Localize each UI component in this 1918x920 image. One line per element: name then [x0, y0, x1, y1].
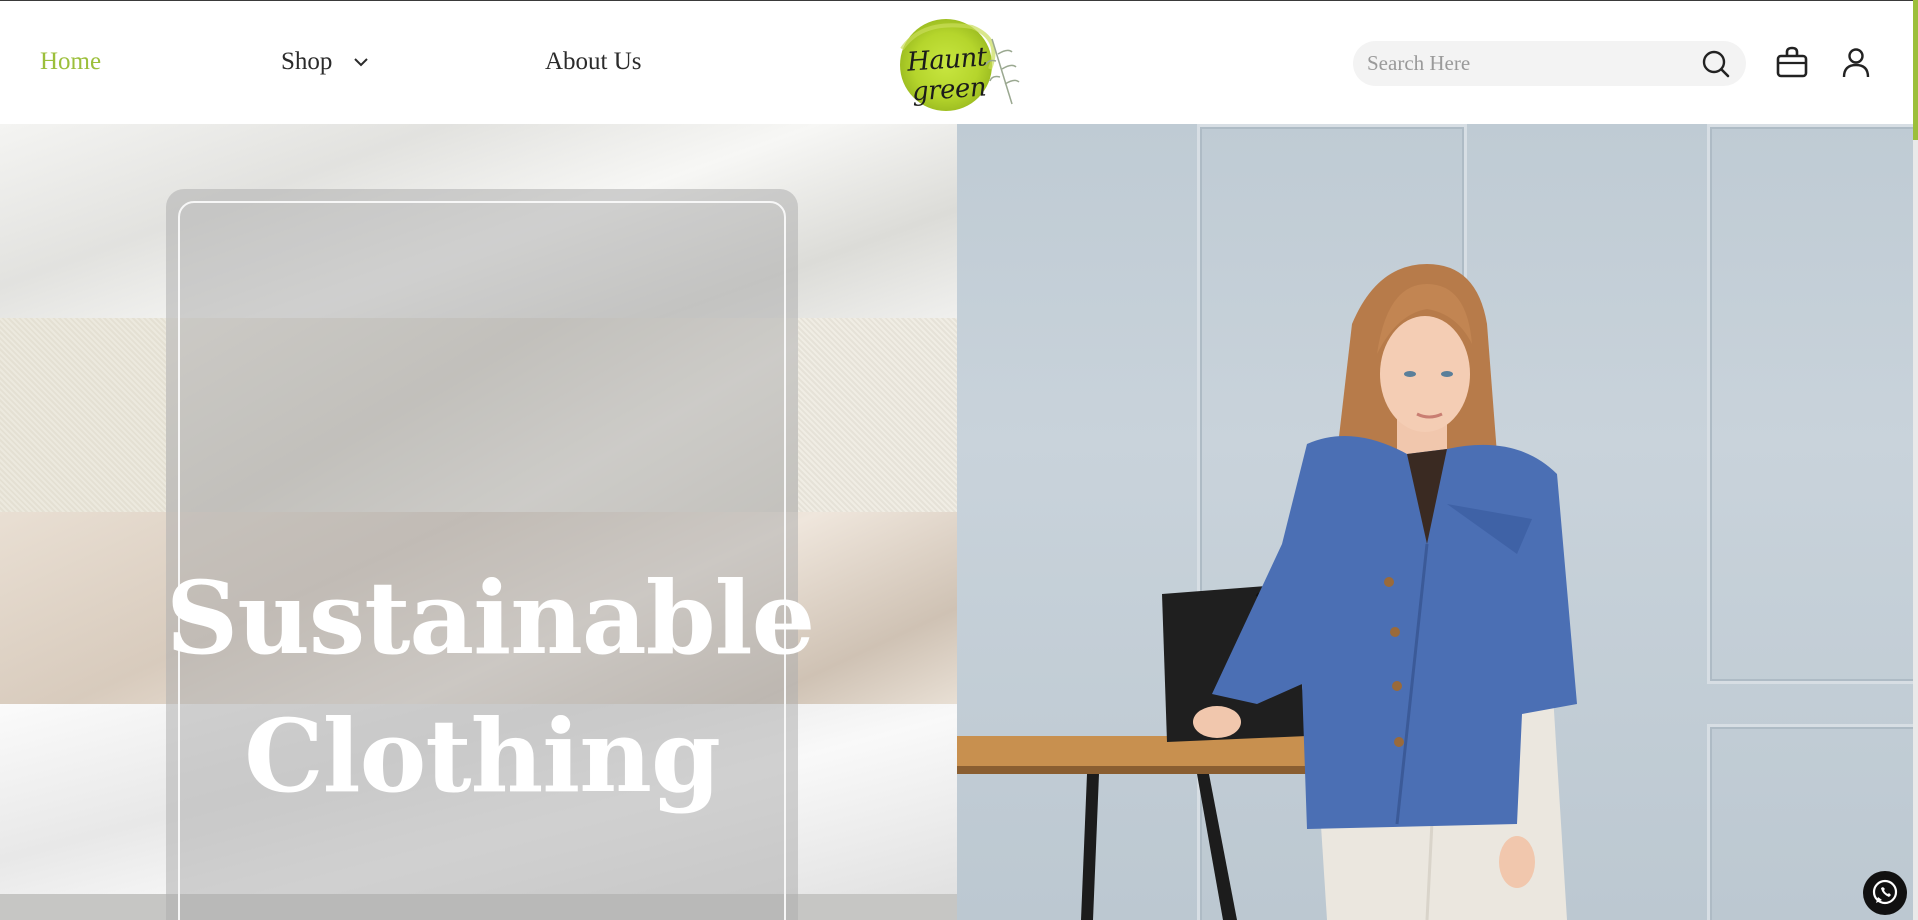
- hero-title-line2: Clothing: [244, 697, 721, 815]
- hero-fabric-collage: Sustainable Clothing: [0, 124, 957, 920]
- hero-text-panel: Sustainable Clothing: [166, 189, 815, 920]
- fabric-tile: [0, 318, 166, 512]
- nav-home-link[interactable]: Home: [40, 47, 101, 77]
- hero-title: Sustainable Clothing: [166, 549, 815, 825]
- nav-shop-link[interactable]: Shop: [281, 47, 369, 77]
- user-icon[interactable]: [1842, 48, 1870, 78]
- search-bar: [1353, 41, 1746, 86]
- nav-shop-label: Shop: [281, 48, 333, 75]
- site-header: Home Shop About Us Haunt green: [0, 0, 1913, 124]
- whatsapp-chat-button[interactable]: [1863, 871, 1907, 915]
- model-illustration: [957, 264, 1577, 920]
- hero-title-line1: Sustainable: [166, 559, 815, 677]
- fabric-tile: [798, 318, 957, 512]
- chevron-down-icon: [353, 58, 368, 67]
- logo-text: Haunt green: [906, 42, 988, 108]
- nav-about-link[interactable]: About Us: [545, 47, 642, 77]
- search-input[interactable]: [1367, 47, 1687, 79]
- brand-logo[interactable]: Haunt green: [862, 9, 1030, 117]
- scrollbar-thumb[interactable]: [1913, 0, 1918, 140]
- whatsapp-icon: [1872, 879, 1898, 905]
- shopping-bag-icon[interactable]: [1776, 46, 1808, 78]
- page-scrollbar[interactable]: [1913, 0, 1918, 920]
- search-icon[interactable]: [1702, 50, 1730, 78]
- hero-model-photo: [957, 124, 1913, 920]
